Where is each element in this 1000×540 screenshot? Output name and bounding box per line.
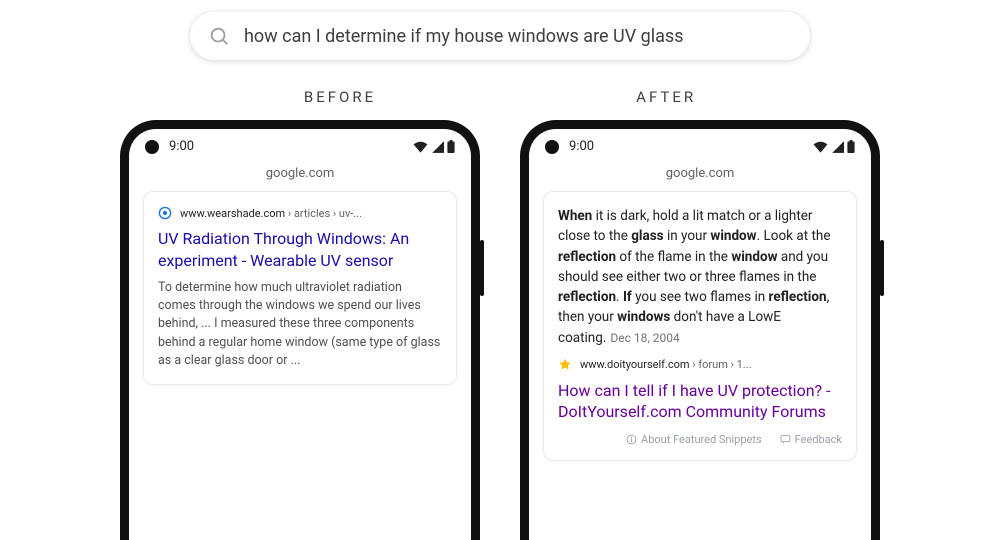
info-icon: [626, 434, 637, 445]
camera-hole: [145, 140, 159, 154]
result-path: › articles › uv-...: [285, 207, 362, 220]
snippet-text: When it is dark, hold a lit match or a l…: [558, 206, 842, 348]
phone-frame: 9:00 google.com www.wearshade.com › a: [120, 120, 480, 540]
battery-icon: [447, 140, 455, 153]
phone-after: 9:00 google.com When it is dark, hold a …: [520, 120, 880, 540]
phone-frame: 9:00 google.com When it is dark, hold a …: [520, 120, 880, 540]
status-time: 9:00: [169, 139, 194, 154]
battery-icon: [847, 140, 855, 153]
feedback-link[interactable]: Feedback: [780, 433, 842, 446]
search-icon: [208, 25, 230, 47]
result-domain: www.wearshade.com: [180, 207, 285, 220]
search-query-text: how can I determine if my house windows …: [244, 26, 684, 47]
status-icons: [413, 140, 455, 153]
wifi-icon: [813, 141, 828, 153]
favicon-icon: [558, 358, 572, 372]
snippet-footer: About Featured Snippets Feedback: [558, 433, 842, 446]
phone-side-button: [880, 240, 884, 296]
signal-icon: [831, 141, 844, 153]
comparison-labels: BEFORE AFTER: [0, 88, 1000, 106]
signal-icon: [431, 141, 444, 153]
status-bar: 9:00: [529, 129, 871, 160]
snippet-date: Dec 18, 2004: [610, 331, 679, 345]
result-title[interactable]: How can I tell if I have UV protection? …: [558, 380, 842, 423]
before-label: BEFORE: [304, 88, 376, 106]
address-bar[interactable]: google.com: [129, 160, 471, 191]
status-icons: [813, 140, 855, 153]
about-snippets-link[interactable]: About Featured Snippets: [626, 433, 762, 446]
result-description: To determine how much ultraviolet radiat…: [158, 279, 442, 370]
result-path: › forum › 1...: [690, 358, 752, 371]
search-bar[interactable]: how can I determine if my house windows …: [190, 12, 810, 60]
featured-snippet-card[interactable]: When it is dark, hold a lit match or a l…: [543, 191, 857, 461]
after-label: AFTER: [636, 88, 696, 106]
url-text: google.com: [266, 166, 335, 181]
status-bar: 9:00: [129, 129, 471, 160]
result-source: www.doityourself.com › forum › 1...: [558, 358, 842, 372]
url-text: google.com: [666, 166, 735, 181]
feedback-icon: [780, 434, 791, 445]
result-source: www.wearshade.com › articles › uv-...: [158, 206, 442, 220]
address-bar[interactable]: google.com: [529, 160, 871, 191]
favicon-icon: [158, 206, 172, 220]
search-result-card[interactable]: www.wearshade.com › articles › uv-... UV…: [143, 191, 457, 385]
result-title[interactable]: UV Radiation Through Windows: An experim…: [158, 228, 442, 271]
phone-side-button: [480, 240, 484, 296]
status-time: 9:00: [569, 139, 594, 154]
result-domain: www.doityourself.com: [580, 358, 690, 371]
phone-before: 9:00 google.com www.wearshade.com › a: [120, 120, 480, 540]
wifi-icon: [413, 141, 428, 153]
camera-hole: [545, 140, 559, 154]
phone-row: 9:00 google.com www.wearshade.com › a: [0, 120, 1000, 540]
